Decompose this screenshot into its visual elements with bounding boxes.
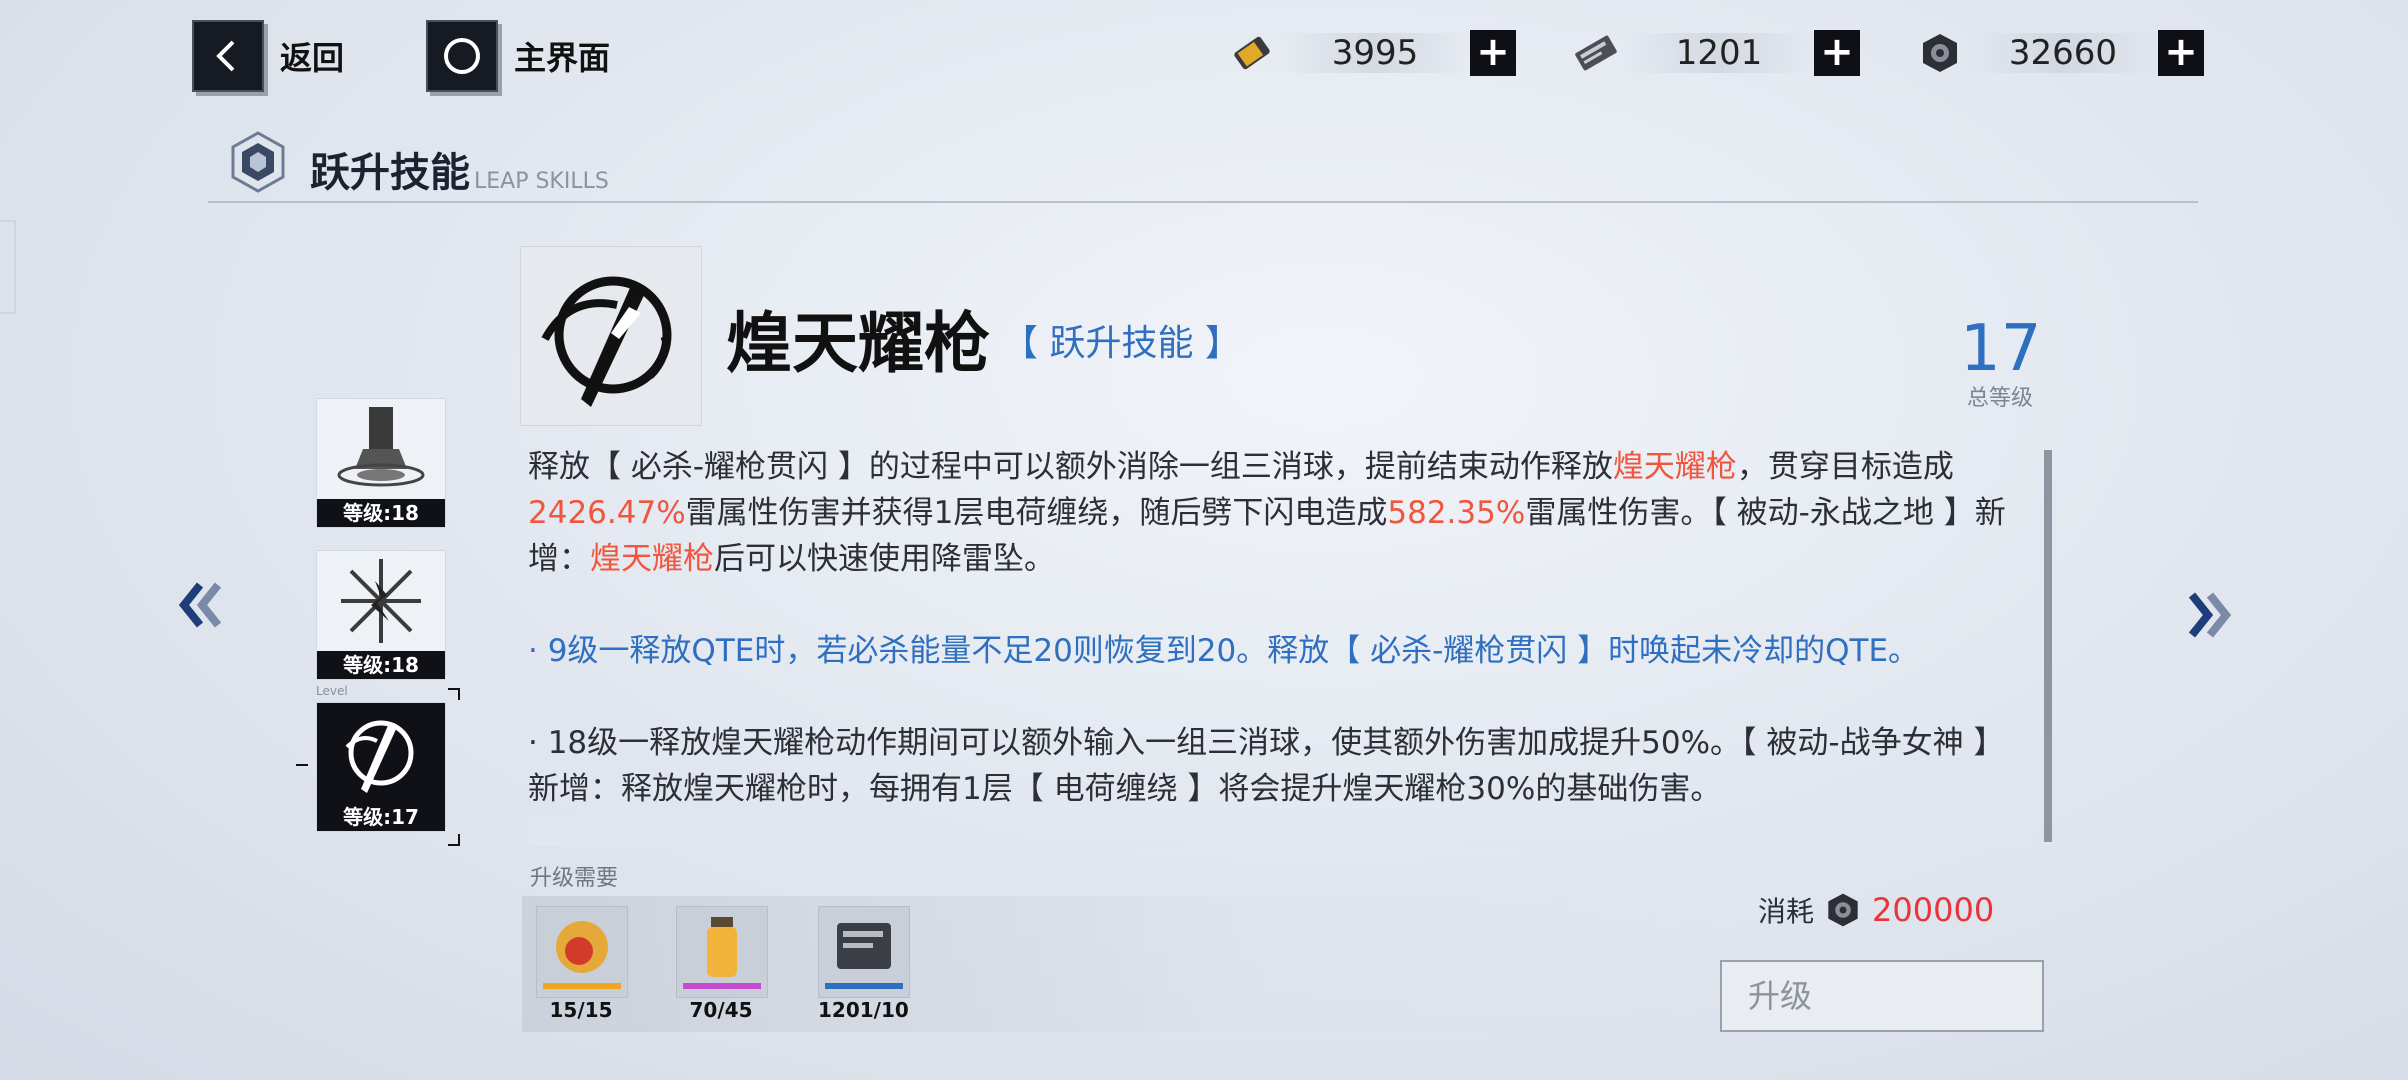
resource-value: 3995 [1280,33,1470,73]
resource-supply-card: 1201 + [1568,28,1860,78]
selection-bracket [448,834,460,846]
spear-skill-icon [345,720,414,793]
skill-level-label: 等级:18 [317,499,445,527]
hex-coin-icon [1912,28,1968,78]
selection-bracket [448,688,460,700]
resource-value: 1201 [1624,33,1814,73]
section-subtitle: LEAP SKILLS [474,169,609,194]
skill-slot-lightning[interactable]: 等级:18 [316,550,446,680]
add-hex-coin-button[interactable]: + [2158,30,2204,76]
skill-slot-spear[interactable]: 等级:17 [316,702,446,832]
skill-description-panel[interactable]: 释放【 必杀-耀枪贯闪 】的过程中可以额外消除一组三消球，提前结束动作释放煌天耀… [528,444,2026,842]
skill-icon-large [520,246,702,426]
next-skill-arrow[interactable] [2180,580,2240,662]
requirement-count: 15/15 [549,998,613,1022]
requirement-item[interactable]: 70/45 [676,906,768,1022]
desc-text: 雷属性伤害并获得1层电荷缠绕，随后劈下闪电造成 [685,495,1388,531]
edge-decoration [0,220,16,314]
level18-bonus-text: · 18级一释放煌天耀枪动作期间可以额外输入一组三消球，使其额外伤害加成提升50… [528,725,2005,807]
desc-highlight: 582.35% [1387,495,1526,531]
desc-highlight: 煌天耀枪 [590,541,714,577]
hex-coin-icon [1824,891,1862,929]
total-level-label: 总等级 [1966,386,2033,411]
lightning-burst-skill-icon [341,559,421,643]
section-emblem-icon [226,130,290,198]
back-label: 返回 [280,39,345,77]
resource-gold-ticket: 3995 + [1224,28,1516,78]
add-gold-ticket-button[interactable]: + [1470,30,1516,76]
selection-tick [296,764,308,766]
upgrade-button[interactable]: 升级 [1720,960,2044,1032]
desc-text: 释放【 必杀-耀枪贯闪 】的过程中可以额外消除一组三消球，提前结束动作释放 [528,449,1613,485]
supply-card-icon [818,906,910,998]
page-title: 跃升技能 LEAP SKILLS [310,140,609,198]
desc-highlight: 煌天耀枪 [1612,449,1737,485]
home-label: 主界面 [514,39,611,77]
description-scrollbar[interactable] [2044,450,2052,842]
requirement-count: 1201/10 [818,998,909,1022]
skill-level-label: 等级:17 [317,803,445,831]
level9-bonus-text: · 9级一释放QTE时，若必杀能量不足20则恢复到20。释放【 必杀-耀枪贯闪 … [528,633,1920,669]
desc-text: ，贯穿目标造成 [1736,449,1954,485]
tower-skill-icon [337,407,425,487]
requirements-label: 升级需要 [530,866,619,891]
selected-level-caption: Level [316,684,348,698]
resource-value: 32660 [1968,33,2158,73]
skill-name: 煌天耀枪 [726,305,990,382]
character-shard-icon [536,906,628,998]
spear-skill-icon [541,276,672,407]
desc-highlight: 2426.47% [528,495,686,531]
resource-hex-coin: 32660 + [1912,28,2204,78]
cost-label: 消耗 [1758,895,1815,928]
cost-row: 消耗 200000 [1758,890,1994,930]
previous-skill-arrow[interactable] [170,570,230,652]
skill-level-label: 等级:18 [317,651,445,679]
energy-vial-icon [676,906,768,998]
header-divider [208,201,2198,203]
back-arrow-icon [192,20,264,92]
gold-ticket-icon [1224,28,1280,78]
cost-value: 200000 [1872,891,1995,929]
back-button[interactable]: 返回 [192,20,344,92]
requirement-item[interactable]: 1201/10 [818,906,910,1022]
total-level-value: 17 [1960,312,2042,386]
description-fade [528,812,2028,846]
home-circle-icon [426,20,498,92]
section-title: 跃升技能 [310,150,470,196]
skill-tag: 【 跃升技能 】 [1002,323,1241,364]
add-supply-card-button[interactable]: + [1814,30,1860,76]
home-button[interactable]: 主界面 [426,20,610,92]
requirement-item[interactable]: 15/15 [536,906,628,1022]
skill-description: 释放【 必杀-耀枪贯闪 】的过程中可以额外消除一组三消球，提前结束动作释放煌天耀… [528,444,2026,582]
skill-slot-tower[interactable]: 等级:18 [316,398,446,528]
desc-text: 后可以快速使用降雷坠。 [714,541,1055,577]
supply-card-icon [1568,28,1624,78]
requirement-count: 70/45 [689,998,753,1022]
